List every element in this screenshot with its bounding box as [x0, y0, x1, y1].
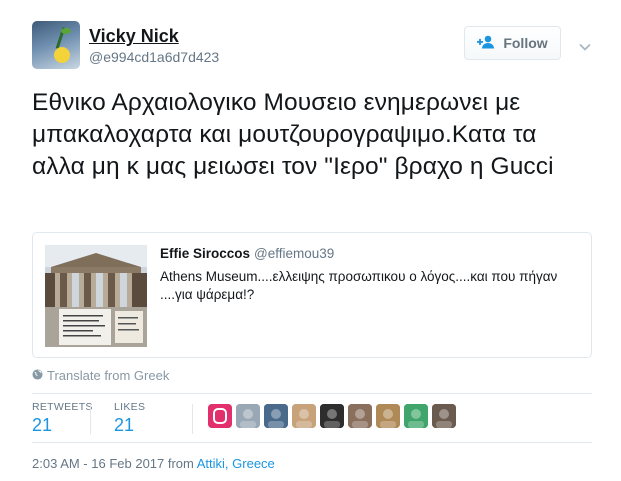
instagram-icon	[208, 404, 232, 428]
stats-bottom-divider	[32, 442, 592, 443]
user-avatar-icon	[264, 404, 288, 428]
liker-avatar[interactable]	[320, 404, 344, 428]
user-avatar-icon	[432, 404, 456, 428]
follow-button[interactable]: Follow	[464, 26, 561, 60]
author-avatar[interactable]	[32, 21, 80, 69]
liker-avatars	[208, 404, 456, 428]
quoted-tweet-image	[45, 245, 147, 347]
liker-avatar[interactable]	[236, 404, 260, 428]
avatar-flower	[54, 47, 70, 63]
tweet-text: Εθνικο Αρχαιολογικο Μουσειο ενημερωνει μ…	[32, 89, 554, 180]
quoted-author-name: Effie Siroccos	[160, 246, 251, 261]
retweets-count[interactable]: 21	[32, 415, 52, 436]
user-avatar-icon	[404, 404, 428, 428]
user-avatar-icon	[320, 404, 344, 428]
liker-avatar[interactable]	[348, 404, 372, 428]
add-user-icon	[477, 35, 497, 52]
chevron-down-icon[interactable]	[579, 38, 591, 51]
liker-avatar[interactable]	[404, 404, 428, 428]
user-avatar-icon	[292, 404, 316, 428]
globe-icon	[32, 368, 43, 383]
user-avatar-icon	[376, 404, 400, 428]
translate-link[interactable]: Translate from Greek	[32, 368, 169, 383]
tweet-timestamp[interactable]: 2:03 AM - 16 Feb 2017 from	[32, 456, 197, 471]
author-name[interactable]: Vicky Nick	[89, 26, 179, 47]
likes-label: LIKES	[114, 401, 146, 413]
quoted-tweet[interactable]: Effie Siroccos @effiemou39 Athens Museum.…	[32, 232, 592, 358]
translate-label: Translate from Greek	[47, 368, 170, 383]
liker-avatar[interactable]	[432, 404, 456, 428]
tweet-footer: 2:03 AM - 16 Feb 2017 from Attiki, Greec…	[32, 456, 275, 471]
user-avatar-icon	[348, 404, 372, 428]
follow-label: Follow	[503, 35, 548, 51]
user-avatar-icon	[236, 404, 260, 428]
likes-count[interactable]: 21	[114, 415, 134, 436]
retweets-label: RETWEETS	[32, 401, 93, 413]
tweet-location[interactable]: Attiki, Greece	[197, 456, 275, 471]
liker-avatar[interactable]	[292, 404, 316, 428]
stats-separator	[90, 404, 91, 434]
quoted-author: Effie Siroccos @effiemou39	[160, 246, 334, 261]
quoted-tweet-text: Athens Museum....ελλειψης προσωπικου ο λ…	[160, 269, 558, 302]
liker-avatar[interactable]	[376, 404, 400, 428]
quoted-author-handle: @effiemou39	[254, 246, 335, 261]
stats-top-divider	[32, 393, 592, 394]
author-handle[interactable]: @e994cd1a6d7d423	[89, 49, 219, 65]
liker-avatar[interactable]	[208, 404, 232, 428]
liker-avatar[interactable]	[264, 404, 288, 428]
avatar-plant-leaf	[61, 28, 71, 34]
stats-separator-2	[192, 404, 193, 434]
